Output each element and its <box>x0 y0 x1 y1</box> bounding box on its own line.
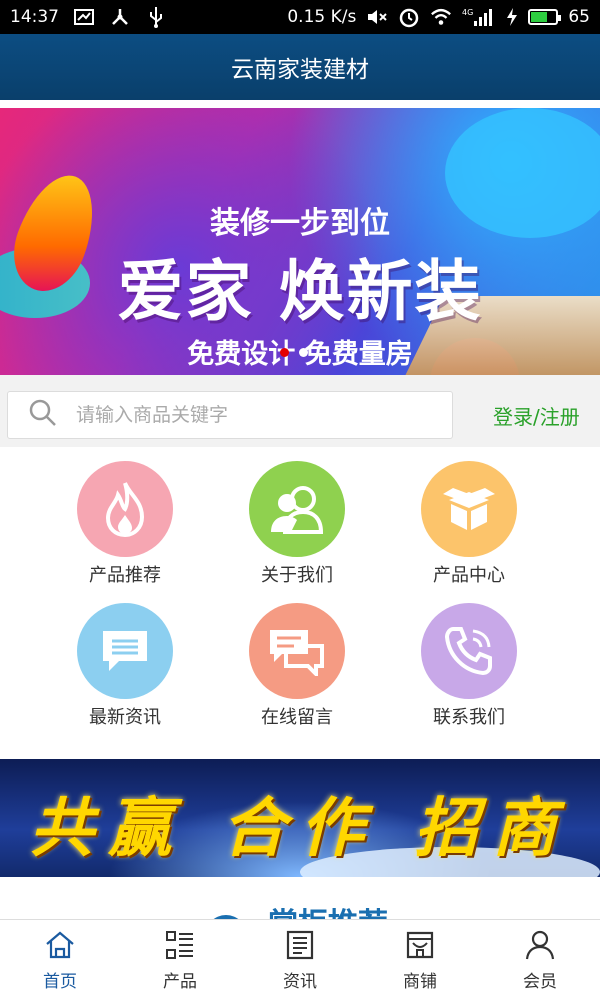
page-title: 云南家装建材 <box>231 57 369 83</box>
recommend-section: 掌柜推荐 <box>0 877 600 919</box>
search-input[interactable] <box>76 404 406 426</box>
tab-label: 产品 <box>163 971 197 992</box>
menu-item-product-recommend[interactable]: 产品推荐 <box>40 461 210 587</box>
banner-headline: 爱家 焕新装 <box>117 253 483 330</box>
tab-label: 商铺 <box>403 971 437 992</box>
carousel-dot[interactable] <box>299 348 308 357</box>
battery-icon <box>528 9 562 25</box>
search-box[interactable] <box>7 391 453 439</box>
usb-icon <box>145 6 167 28</box>
hero-banner[interactable]: 装修一步到位 爱家 焕新装 免费设计 免费量房 <box>0 108 600 375</box>
tab-products[interactable]: 产品 <box>120 920 240 1000</box>
tab-shops[interactable]: 商铺 <box>360 920 480 1000</box>
tab-label: 会员 <box>523 971 557 992</box>
ad-banner-text: 共赢 合作 招商 <box>29 791 571 866</box>
screen-icon <box>73 6 95 28</box>
tab-news[interactable]: 资讯 <box>240 920 360 1000</box>
alarm-icon <box>398 6 420 28</box>
search-icon <box>8 398 76 432</box>
box-icon <box>421 461 517 557</box>
home-icon <box>46 931 74 958</box>
menu-item-label: 联系我们 <box>433 707 505 728</box>
chat-icon <box>249 603 345 699</box>
status-bar: 14:37 0.15 K/s 4G 65 <box>0 0 600 34</box>
search-row: 登录/注册 <box>0 375 600 447</box>
message-icon <box>77 603 173 699</box>
status-time: 14:37 <box>10 7 59 27</box>
carousel-indicator[interactable] <box>280 348 308 357</box>
menu-item-label: 在线留言 <box>261 707 333 728</box>
header-divider <box>0 100 600 108</box>
svg-text:4G: 4G <box>462 8 473 17</box>
banner-subtitle: 装修一步到位 <box>210 206 390 241</box>
flame-icon <box>77 461 173 557</box>
grid-list-icon <box>166 930 193 959</box>
shop-icon <box>406 931 434 958</box>
network-speed: 0.15 K/s <box>287 7 357 27</box>
users-icon <box>249 461 345 557</box>
menu-item-label: 产品推荐 <box>89 565 161 586</box>
mute-icon <box>366 6 388 28</box>
menu-item-label: 最新资讯 <box>89 707 161 728</box>
menu-item-label: 关于我们 <box>261 565 333 586</box>
menu-item-label: 产品中心 <box>433 565 505 586</box>
battery-level: 65 <box>568 7 590 27</box>
carousel-dot[interactable] <box>280 348 289 357</box>
app-header: 云南家装建材 <box>0 34 600 100</box>
bottom-tab-bar: 首页 产品 资讯 商铺 会员 <box>0 919 600 1000</box>
tab-member[interactable]: 会员 <box>480 920 600 1000</box>
menu-item-about-us[interactable]: 关于我们 <box>212 461 382 587</box>
menu-item-contact-us[interactable]: 联系我们 <box>384 603 554 729</box>
feature-menu: 产品推荐 关于我们 产品中心 最新资讯 在线留言 联系我们 <box>0 447 600 759</box>
news-icon <box>286 930 314 959</box>
user-icon <box>525 930 555 959</box>
phone-icon <box>421 603 517 699</box>
tab-label: 资讯 <box>283 971 317 992</box>
signal-icon: 4G <box>462 6 496 28</box>
ad-banner[interactable]: 共赢 合作 招商 <box>0 759 600 877</box>
usb-debug-icon <box>109 6 131 28</box>
charging-icon <box>506 6 518 28</box>
tab-label: 首页 <box>43 971 77 992</box>
menu-item-online-message[interactable]: 在线留言 <box>212 603 382 729</box>
tab-home[interactable]: 首页 <box>0 920 120 1000</box>
menu-item-latest-news[interactable]: 最新资讯 <box>40 603 210 729</box>
menu-item-product-center[interactable]: 产品中心 <box>384 461 554 587</box>
wifi-icon <box>430 6 452 28</box>
login-register-link[interactable]: 登录/注册 <box>493 401 580 430</box>
section-title: 掌柜推荐 <box>268 899 388 919</box>
